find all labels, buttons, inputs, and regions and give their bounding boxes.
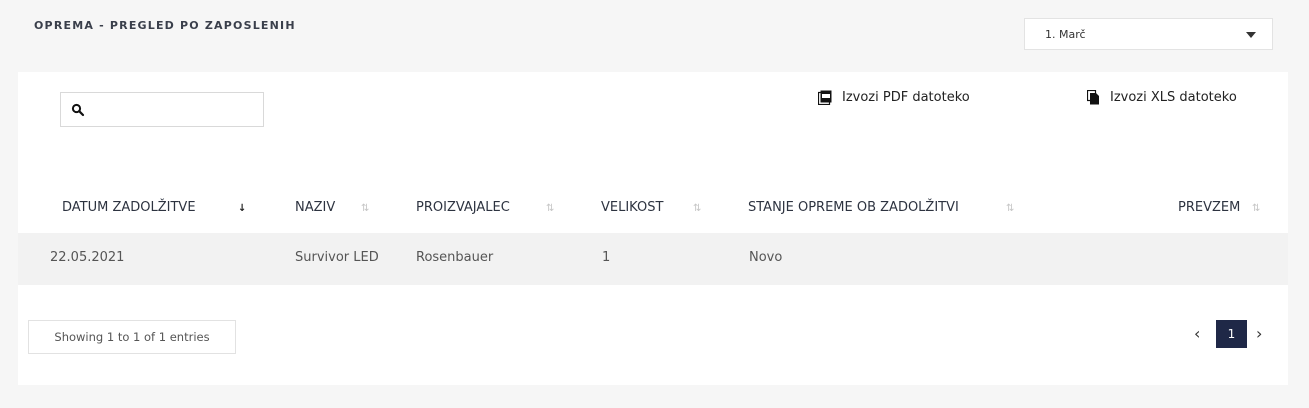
sort-icon[interactable]: ⇅ <box>693 203 701 214</box>
sort-icon[interactable]: ⇅ <box>1252 203 1260 214</box>
sort-desc-icon[interactable]: ↓ <box>238 203 246 214</box>
entries-info: Showing 1 to 1 of 1 entries <box>28 320 236 354</box>
column-header-naziv[interactable]: NAZIV <box>295 200 335 215</box>
cell-velikost: 1 <box>602 250 611 265</box>
search-input[interactable] <box>60 92 264 127</box>
sort-icon[interactable]: ⇅ <box>361 203 369 214</box>
search-icon <box>71 103 85 117</box>
export-xls-label: Izvozi XLS datoteko <box>1110 90 1237 105</box>
equipment-card: Izvozi PDF datoteko Izvozi XLS datoteko … <box>18 72 1288 385</box>
pagination-page-button[interactable]: 1 <box>1216 320 1247 348</box>
cell-proizvajalec: Rosenbauer <box>416 250 494 265</box>
sort-icon[interactable]: ⇅ <box>1006 203 1014 214</box>
cell-datum: 22.05.2021 <box>50 250 125 265</box>
cell-naziv: Survivor LED <box>295 250 379 265</box>
cell-stanje: Novo <box>749 250 783 265</box>
column-header-datum[interactable]: DATUM ZADOLŽITVE <box>62 200 196 215</box>
export-pdf-button[interactable]: Izvozi PDF datoteko <box>818 90 970 105</box>
pdf-file-icon <box>818 90 832 105</box>
chevron-down-icon <box>1246 32 1256 38</box>
export-pdf-label: Izvozi PDF datoteko <box>842 90 970 105</box>
pagination-next-button[interactable]: › <box>1256 324 1262 343</box>
export-xls-button[interactable]: Izvozi XLS datoteko <box>1087 90 1237 105</box>
column-header-velikost[interactable]: VELIKOST <box>601 200 663 215</box>
column-header-prevzem[interactable]: PREVZEM <box>1178 200 1240 215</box>
column-header-stanje[interactable]: STANJE OPREME OB ZADOLŽITVI <box>748 200 959 215</box>
table-row[interactable]: 22.05.2021 Survivor LED Rosenbauer 1 Nov… <box>18 233 1288 285</box>
month-select[interactable]: 1. Marč <box>1024 18 1273 50</box>
column-header-proizvajalec[interactable]: PROIZVAJALEC <box>416 200 510 215</box>
sort-icon[interactable]: ⇅ <box>546 203 554 214</box>
xls-file-icon <box>1087 90 1099 105</box>
month-select-value: 1. Marč <box>1045 28 1086 41</box>
page-title: OPREMA - PREGLED PO ZAPOSLENIH <box>34 19 296 32</box>
pagination-prev-button[interactable]: ‹ <box>1194 324 1200 343</box>
